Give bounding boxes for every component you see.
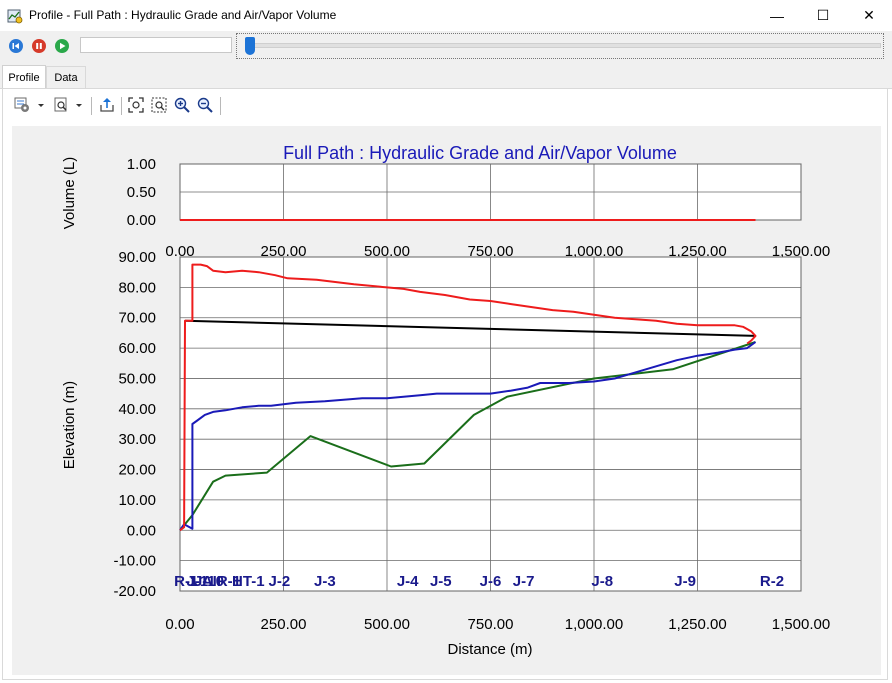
y-tick-label: 70.00 (118, 310, 156, 327)
toolbar-separator (220, 97, 221, 115)
x-tick-label: 1,000.00 (565, 616, 623, 633)
zoom-out-icon[interactable] (197, 97, 213, 113)
settings-icon[interactable] (14, 97, 30, 113)
export-icon[interactable] (99, 97, 115, 113)
chart-toolbar (10, 93, 882, 119)
maximize-icon: ☐ (816, 7, 830, 23)
y-tick-label: 40.00 (118, 401, 156, 418)
close-icon: ✕ (863, 7, 875, 23)
x-tick-label: 250.00 (261, 616, 307, 633)
profile-chart: Full Path : Hydraulic Grade and Air/Vapo… (61, 143, 830, 658)
rewind-button[interactable] (9, 39, 23, 53)
dropdown-arrow-icon[interactable] (75, 97, 83, 113)
tab-data[interactable]: Data (46, 66, 86, 88)
distance-axis-label: Distance (m) (447, 641, 532, 658)
y-tick-label: -10.00 (113, 553, 156, 570)
volume-grid (179, 163, 802, 221)
play-icon (60, 42, 66, 50)
node-label: J-6 (480, 573, 502, 590)
play-button[interactable] (55, 39, 69, 53)
y-tick-label: 80.00 (118, 279, 156, 296)
node-label: J-2 (269, 573, 291, 590)
toolbar-separator (91, 97, 92, 115)
rewind-icon (12, 43, 19, 49)
pause-icon (36, 43, 42, 49)
node-label: J-3 (314, 573, 336, 590)
node-label: J-9 (674, 573, 696, 590)
x-tick-label: 0.00 (165, 616, 194, 633)
node-label: J-5 (430, 573, 452, 590)
x-tick-label: 1,500.00 (772, 616, 830, 633)
window-title: Profile - Full Path : Hydraulic Grade an… (29, 8, 337, 22)
time-display-field (80, 37, 232, 53)
app-icon (7, 9, 23, 24)
node-label: R-2 (760, 573, 784, 590)
chart-title: Full Path : Hydraulic Grade and Air/Vapo… (283, 143, 677, 163)
y-tick-label: 50.00 (118, 370, 156, 387)
x-tick-label: 1,250.00 (668, 616, 726, 633)
pause-button[interactable] (32, 39, 46, 53)
node-label: HT-1 (232, 573, 265, 590)
node-label: J-8 (591, 573, 613, 590)
minimize-icon: — (770, 7, 784, 24)
chart-area: Full Path : Hydraulic Grade and Air/Vapo… (12, 126, 881, 675)
minimize-button[interactable]: — (754, 0, 800, 31)
y-tick-label: 0.00 (127, 522, 156, 539)
toolbar-separator (121, 97, 122, 115)
y-tick-label: 1.00 (127, 156, 156, 173)
node-label: J-4 (397, 573, 419, 590)
volume-axis-label: Volume (L) (61, 157, 78, 230)
elevation-axis-label: Elevation (m) (61, 381, 78, 469)
y-tick-label: 0.00 (127, 212, 156, 229)
zoom-in-icon[interactable] (174, 97, 190, 113)
maximize-button[interactable]: ☐ (800, 0, 846, 31)
x-tick-label: 500.00 (364, 616, 410, 633)
y-tick-label: 90.00 (118, 249, 156, 266)
title-bar: Profile - Full Path : Hydraulic Grade an… (0, 0, 892, 31)
y-tick-label: 20.00 (118, 462, 156, 479)
x-tick-label: 750.00 (468, 616, 514, 633)
zoom-extents-icon[interactable] (128, 97, 144, 113)
slider-thumb[interactable] (245, 37, 255, 55)
elevation-grid (179, 256, 802, 592)
dropdown-arrow-icon[interactable] (37, 97, 45, 113)
zoom-window-icon[interactable] (54, 97, 70, 113)
y-tick-label: 30.00 (118, 431, 156, 448)
close-button[interactable]: ✕ (846, 0, 892, 31)
y-tick-label: 60.00 (118, 340, 156, 357)
y-tick-label: 0.50 (127, 184, 156, 201)
y-tick-label: -20.00 (113, 583, 156, 600)
playback-toolbar (0, 31, 892, 61)
tab-profile[interactable]: Profile (2, 65, 46, 89)
node-label: J-7 (513, 573, 535, 590)
tab-strip: Profile Data (0, 61, 892, 89)
time-slider[interactable] (236, 33, 884, 59)
y-tick-label: 10.00 (118, 492, 156, 509)
slider-track (249, 43, 881, 48)
zoom-previous-icon[interactable] (151, 97, 167, 113)
